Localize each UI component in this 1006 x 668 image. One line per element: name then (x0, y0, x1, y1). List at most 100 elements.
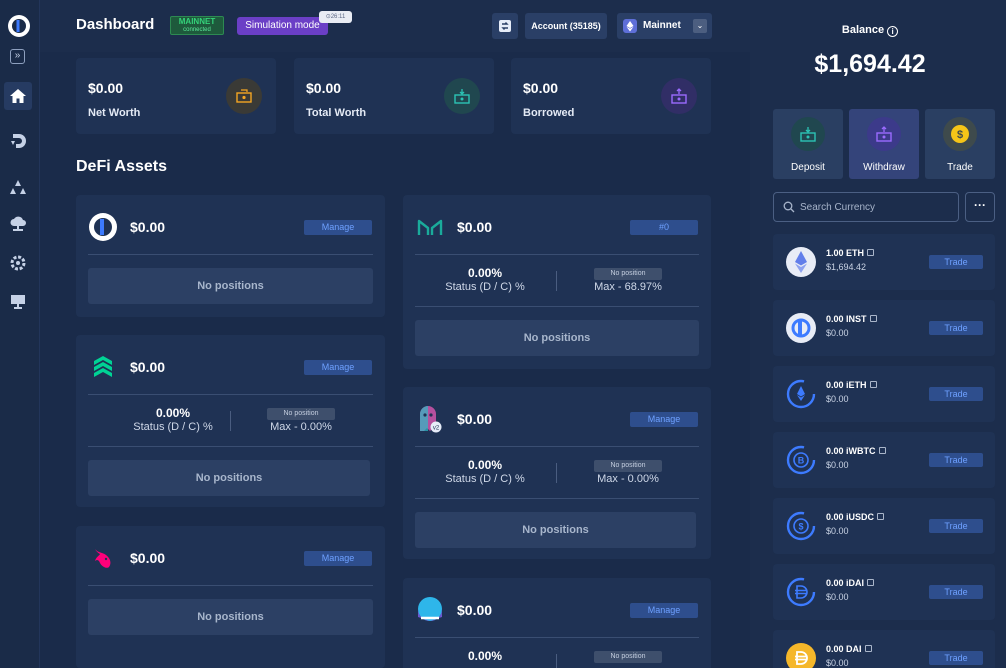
compound-manage-button[interactable]: Manage (304, 360, 372, 375)
token-amount-text: 1.00 ETH (826, 248, 865, 258)
token-usd-value: $0.00 (826, 592, 849, 602)
token-usd-value: $0.00 (826, 658, 849, 668)
external-link-icon[interactable] (869, 381, 877, 388)
divider (415, 254, 699, 255)
token-amount: 0.00 DAI (826, 644, 872, 654)
network-status-label: MAINNET (178, 17, 216, 26)
compound-status-label: Status (D / C) % (133, 421, 213, 433)
token-trade-button[interactable]: Trade (929, 651, 983, 665)
eth-icon (786, 247, 816, 277)
token-row-iwbtc: B 0.00 iWBTC $0.00 Trade (773, 432, 995, 488)
withdraw-icon (867, 117, 901, 151)
maker-no-positions: No positions (415, 320, 699, 356)
nav-settings-icon[interactable] (0, 249, 36, 277)
withdraw-label: Withdraw (863, 162, 905, 173)
trade-button[interactable]: $ Trade (925, 109, 995, 179)
aave-status-label: Status (D / C) % (445, 473, 525, 485)
compound-max-label: Max - 0.00% (270, 421, 332, 433)
swap-network-button[interactable] (492, 13, 518, 39)
net-worth-label: Net Worth (88, 107, 141, 119)
top-bar: Dashboard MAINNET connected Simulation m… (40, 0, 750, 52)
svg-text:$: $ (957, 129, 963, 141)
external-link-icon[interactable] (877, 513, 885, 520)
simulation-timer: ⊙26:11 (319, 11, 352, 23)
simulation-mode-button[interactable]: Simulation mode (237, 17, 328, 35)
external-link-icon[interactable] (867, 579, 875, 586)
token-trade-button[interactable]: Trade (929, 255, 983, 269)
balance-value: $1,694.42 (814, 50, 926, 78)
token-row-idai: 0.00 iDAI $0.00 Trade (773, 564, 995, 620)
compound-card: $0.00 Manage 0.00% Status (D / C) % No p… (76, 335, 385, 507)
expand-sidebar-button[interactable]: » (10, 49, 25, 64)
token-amount-text: 0.00 iDAI (826, 578, 865, 588)
divider (415, 637, 699, 638)
instadapp-card: $0.00 Manage No positions (76, 195, 385, 317)
instadapp-amount: $0.00 (130, 219, 166, 235)
token-amount-text: 0.00 DAI (826, 644, 862, 654)
external-link-icon[interactable] (869, 315, 877, 322)
compound-protocol-icon (94, 356, 112, 377)
instadapp-protocol-icon (89, 213, 117, 241)
account-button[interactable]: Account (35185) (525, 13, 607, 39)
aave-max-label: Max - 0.00% (597, 473, 659, 485)
token-row-eth: 1.00 ETH $1,694.42 Trade (773, 234, 995, 290)
net-worth-card: $0.00 Net Worth (76, 58, 276, 134)
divider (556, 654, 557, 668)
iwbtc-icon: B (786, 445, 816, 475)
token-trade-button[interactable]: Trade (929, 519, 983, 533)
token-usd-value: $0.00 (826, 328, 849, 338)
nav-cloud-icon[interactable] (0, 210, 36, 238)
nav-strategies-icon[interactable] (0, 127, 36, 155)
nav-home-icon[interactable] (4, 82, 32, 110)
network-connected-label: connected (183, 27, 211, 33)
deposit-button[interactable]: Deposit (773, 109, 843, 179)
token-trade-button[interactable]: Trade (929, 585, 983, 599)
token-row-inst: 0.00 INST $0.00 Trade (773, 300, 995, 356)
divider (415, 446, 699, 447)
chevron-down-icon[interactable]: ⌄ (693, 19, 707, 33)
compound-amount: $0.00 (130, 359, 166, 375)
deposit-icon (791, 117, 825, 151)
withdraw-button[interactable]: Withdraw (849, 109, 919, 179)
external-link-icon[interactable] (867, 249, 875, 256)
instadapp-manage-button[interactable]: Manage (304, 220, 372, 235)
aave-version-label: v2 (433, 426, 440, 432)
maker-vault-button[interactable]: #0 (630, 220, 698, 235)
maker-no-position-badge: No position (594, 268, 662, 280)
token-row-iusdc: $ 0.00 iUSDC $0.00 Trade (773, 498, 995, 554)
compound-no-position-badge: No position (267, 408, 335, 420)
search-currency-input[interactable] (800, 199, 950, 215)
uniswap-amount: $0.00 (130, 550, 166, 566)
maker-protocol-icon (417, 219, 443, 235)
search-currency-field[interactable] (773, 192, 959, 222)
liquity-manage-button[interactable]: Manage (630, 603, 698, 618)
token-trade-button[interactable]: Trade (929, 453, 983, 467)
liquity-card: $0.00 Manage 0.00% No position (403, 578, 711, 668)
aave-no-position-badge: No position (594, 460, 662, 472)
borrowed-value: $0.00 (523, 80, 559, 96)
instadapp-logo-icon[interactable] (7, 14, 31, 38)
instadapp-no-positions: No positions (88, 268, 373, 304)
divider (556, 463, 557, 483)
trade-label: Trade (947, 162, 973, 173)
borrowed-label: Borrowed (523, 107, 575, 119)
aave-no-positions: No positions (415, 512, 696, 548)
token-trade-button[interactable]: Trade (929, 321, 983, 335)
aave-manage-button[interactable]: Manage (630, 412, 698, 427)
nav-triangles-icon[interactable] (0, 173, 36, 201)
uniswap-protocol-icon (95, 549, 111, 568)
network-selector[interactable]: Mainnet ⌄ (617, 13, 712, 39)
aave-amount: $0.00 (457, 411, 493, 427)
nav-presentation-icon[interactable] (0, 288, 36, 316)
cash-icon (226, 78, 262, 114)
token-amount-text: 0.00 INST (826, 314, 867, 324)
token-trade-button[interactable]: Trade (929, 387, 983, 401)
uniswap-manage-button[interactable]: Manage (304, 551, 372, 566)
external-link-icon[interactable] (864, 645, 872, 652)
info-icon[interactable]: i (887, 26, 899, 37)
external-link-icon[interactable] (878, 447, 886, 454)
compound-status-percent: 0.00% (155, 406, 191, 420)
borrowed-card: $0.00 Borrowed (511, 58, 711, 134)
inst-icon (786, 313, 816, 343)
more-options-button[interactable]: ··· (965, 192, 995, 222)
